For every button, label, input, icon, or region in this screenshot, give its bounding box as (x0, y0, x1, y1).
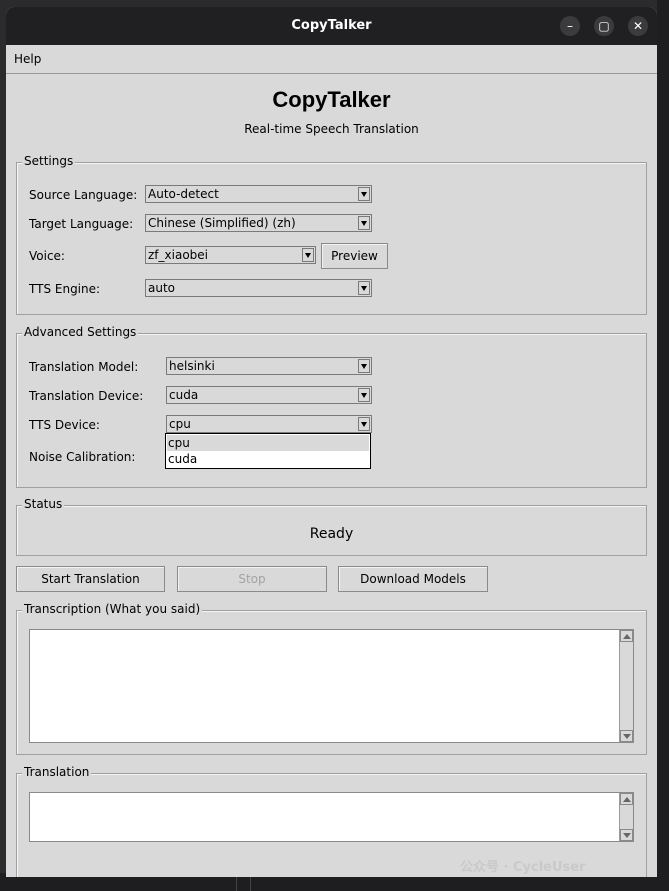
transcription-legend: Transcription (What you said) (22, 602, 203, 616)
translation-device-combo[interactable]: cuda (166, 386, 372, 404)
transcription-scrollbar[interactable] (619, 630, 633, 742)
dropdown-option-cpu[interactable]: cpu (167, 435, 369, 451)
tts-device-dropdown-list: cpu cuda (165, 433, 371, 469)
target-language-combo[interactable]: Chinese (Simplified) (zh) (145, 214, 372, 232)
chevron-down-icon[interactable] (358, 187, 370, 201)
app-subtitle: Real-time Speech Translation (244, 122, 419, 136)
translation-textarea[interactable] (29, 792, 634, 842)
scroll-up-icon[interactable] (620, 793, 633, 805)
transcription-textarea[interactable] (29, 629, 634, 743)
tts-engine-value: auto (148, 281, 176, 295)
maximize-button[interactable]: ▢ (594, 16, 614, 36)
tts-device-value: cpu (169, 417, 191, 431)
minimize-button[interactable]: – (560, 16, 580, 36)
noise-calibration-label: Noise Calibration: (29, 450, 136, 464)
start-translation-button[interactable]: Start Translation (16, 566, 165, 592)
target-language-label: Target Language: (29, 217, 134, 231)
minimize-icon: – (567, 19, 573, 33)
title-bar: CopyTalker – ▢ ✕ (6, 7, 657, 45)
advanced-settings-legend: Advanced Settings (22, 325, 139, 339)
tts-device-label: TTS Device: (29, 418, 100, 432)
tts-engine-label: TTS Engine: (29, 282, 101, 296)
dropdown-option-cuda[interactable]: cuda (167, 451, 369, 467)
source-language-label: Source Language: (29, 188, 138, 202)
scroll-up-icon[interactable] (620, 630, 633, 642)
scroll-down-icon[interactable] (620, 730, 633, 742)
scroll-down-icon[interactable] (620, 829, 633, 841)
voice-label: Voice: (29, 249, 65, 263)
translation-model-combo[interactable]: helsinki (166, 357, 372, 375)
download-models-button[interactable]: Download Models (338, 566, 488, 592)
translation-model-label: Translation Model: (29, 360, 139, 374)
translation-scrollbar[interactable] (619, 793, 633, 841)
tts-device-combo[interactable]: cpu (166, 415, 372, 433)
translation-legend: Translation (22, 765, 92, 779)
source-language-combo[interactable]: Auto-detect (145, 185, 372, 203)
translation-model-value: helsinki (169, 359, 215, 373)
maximize-icon: ▢ (598, 19, 610, 33)
chevron-down-icon[interactable] (358, 359, 370, 373)
source-language-value: Auto-detect (148, 187, 219, 201)
translation-device-label: Translation Device: (29, 389, 144, 403)
settings-legend: Settings (22, 154, 76, 168)
menu-bar: Help (6, 45, 657, 74)
close-button[interactable]: ✕ (628, 16, 648, 36)
chevron-down-icon[interactable] (302, 248, 314, 262)
menu-help[interactable]: Help (14, 52, 41, 66)
translation-device-value: cuda (169, 388, 199, 402)
status-legend: Status (22, 497, 65, 511)
preview-button[interactable]: Preview (321, 243, 388, 269)
chevron-down-icon[interactable] (358, 216, 370, 230)
voice-value: zf_xiaobei (148, 248, 208, 262)
tts-engine-combo[interactable]: auto (145, 279, 372, 297)
stop-button[interactable]: Stop (177, 566, 327, 592)
status-text: Ready (309, 526, 354, 542)
chevron-down-icon[interactable] (358, 281, 370, 295)
target-language-value: Chinese (Simplified) (zh) (148, 216, 296, 230)
desktop-background (657, 0, 669, 891)
close-icon: ✕ (632, 19, 644, 33)
voice-combo[interactable]: zf_xiaobei (145, 246, 316, 264)
chevron-down-icon[interactable] (358, 388, 370, 402)
app-window: CopyTalker – ▢ ✕ Help CopyTalker Real-ti… (6, 7, 657, 877)
chevron-down-icon[interactable] (358, 417, 370, 431)
app-title: CopyTalker (272, 87, 391, 112)
watermark: 公众号 · CycleUser (460, 860, 586, 875)
